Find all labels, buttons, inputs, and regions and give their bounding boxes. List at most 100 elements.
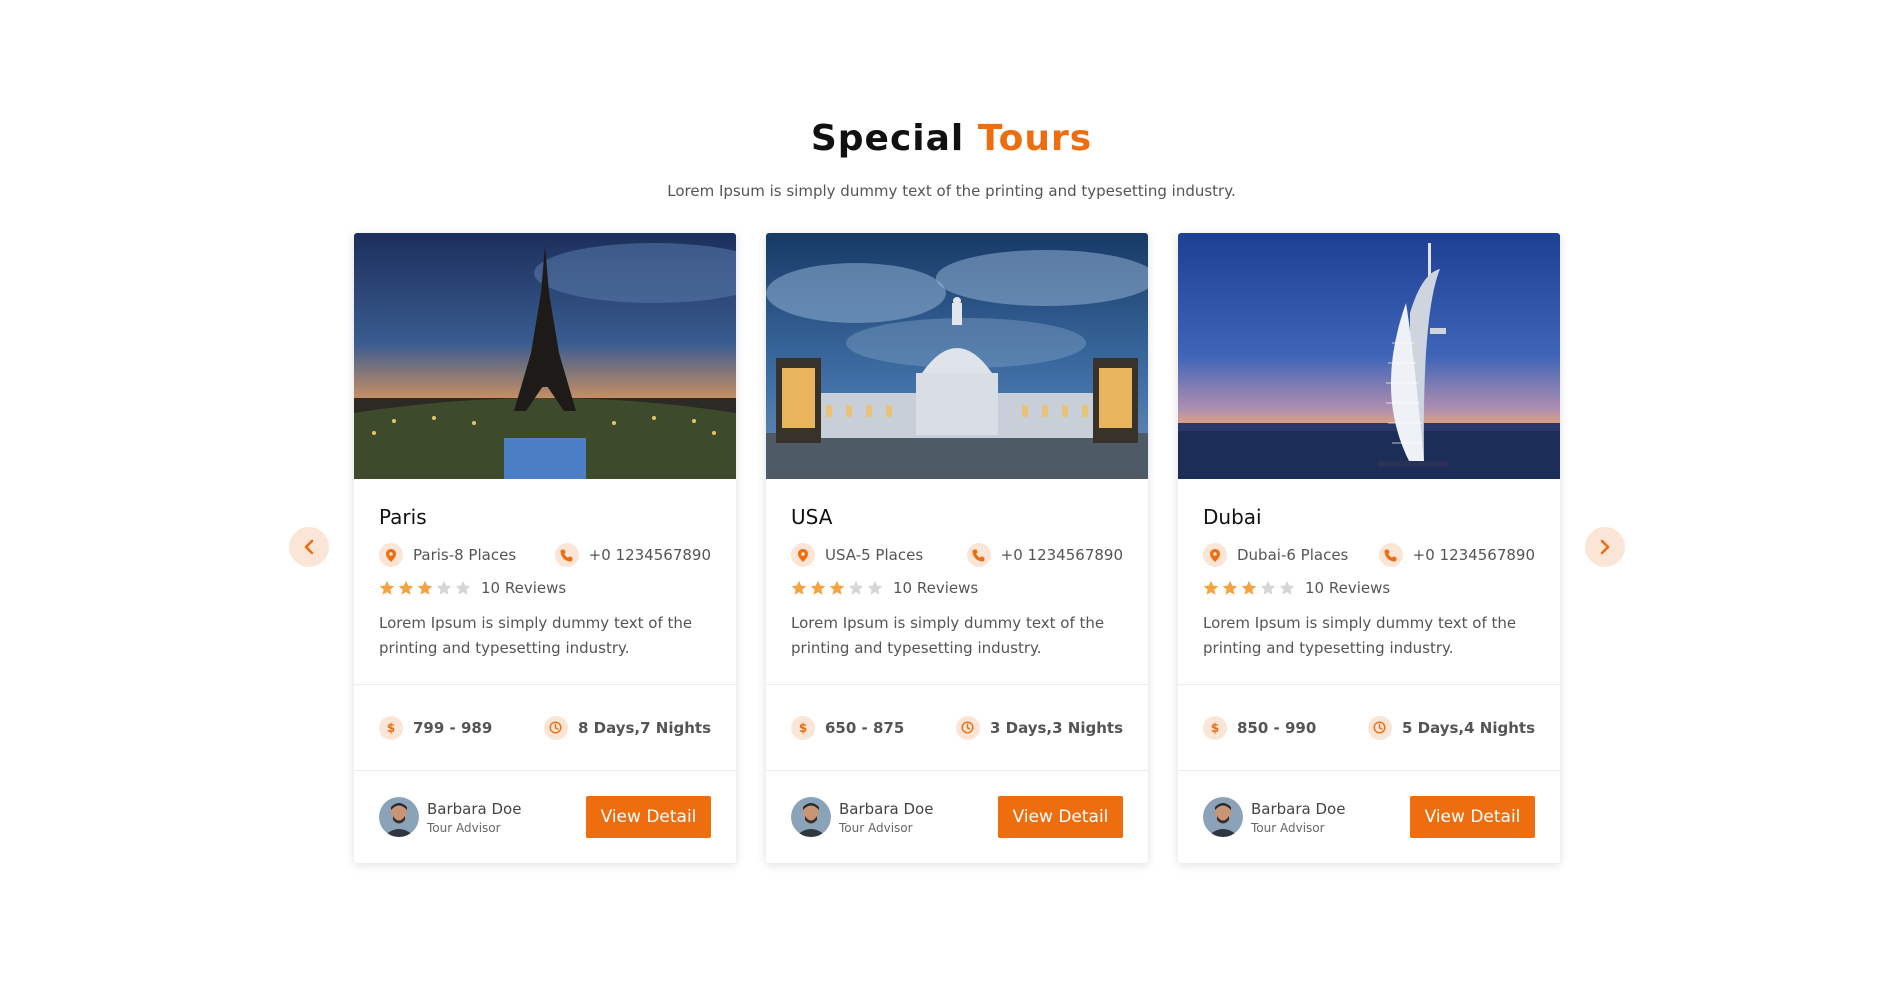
tour-places: Dubai-6 Places [1237,546,1349,564]
star-icon-filled [791,580,807,595]
tour-description: Lorem Ipsum is simply dummy text of the … [791,614,1105,657]
review-count[interactable]: 10 Reviews [1305,579,1390,597]
star-icon-empty [1260,580,1276,595]
tour-image-usa[interactable] [766,233,1148,479]
star-icon-empty [1279,580,1295,595]
star-icon-empty [436,580,452,595]
title-accent: Tours [977,118,1093,159]
phone-info[interactable]: +0 1234567890 [966,543,1123,567]
slider-prev-button[interactable] [289,527,329,567]
review-count[interactable]: 10 Reviews [893,579,978,597]
info-row: Dubai-6 Places +0 1234567890 [1203,543,1535,567]
avatar [791,797,831,837]
clock-icon [1367,715,1392,740]
tour-phone: +0 1234567890 [1000,546,1123,564]
duration-info: 8 Days,7 Nights [543,715,711,740]
phone-icon [554,543,579,567]
tour-places: USA-5 Places [825,546,924,564]
meta-row: $ 799 - 989 8 Days,7 Nights [354,685,736,771]
chevron-right-icon [1600,539,1610,555]
duration-info: 3 Days,3 Nights [955,715,1123,740]
advisor: Barbara Doe Tour Advisor [791,797,933,837]
avatar [1203,797,1243,837]
card-body: USA USA-5 Places +0 1234567890 10 Review… [766,479,1148,685]
star-icon-empty [455,580,471,595]
avatar [379,797,419,837]
slider-next-button[interactable] [1585,527,1625,567]
places-info: Dubai-6 Places [1203,543,1348,567]
tour-card-dubai: Dubai Dubai-6 Places +0 1234567890 10 Re… [1178,233,1560,863]
advisor: Barbara Doe Tour Advisor [1203,797,1345,837]
star-rating [791,580,883,596]
advisor: Barbara Doe Tour Advisor [379,797,521,837]
view-detail-button[interactable]: View Detail [1410,796,1535,838]
advisor-role: Tour Advisor [427,820,501,835]
info-row: USA-5 Places +0 1234567890 [791,543,1123,567]
view-detail-button[interactable]: View Detail [998,796,1123,838]
location-pin-icon [379,543,403,567]
tour-image-dubai[interactable] [1178,233,1560,479]
advisor-name: Barbara Doe [839,799,934,818]
tour-duration: 3 Days,3 Nights [989,718,1123,737]
star-rating [1203,580,1295,596]
rating-row: 10 Reviews [1203,579,1535,597]
advisor-role: Tour Advisor [1251,820,1325,835]
dollar-icon: $ [1203,715,1227,740]
svg-text:$: $ [387,721,395,734]
tour-price: 650 - 875 [825,718,905,737]
clock-icon [955,715,980,740]
tour-name: Dubai [1203,505,1262,529]
footer-row: Barbara Doe Tour Advisor View Detail [354,771,736,863]
star-icon-empty [848,580,864,595]
phone-icon [966,543,991,567]
location-pin-icon [1203,543,1227,567]
tour-phone: +0 1234567890 [1412,546,1535,564]
tour-price: 799 - 989 [413,718,493,737]
review-count[interactable]: 10 Reviews [481,579,566,597]
tour-duration: 5 Days,4 Nights [1401,718,1535,737]
card-body: Dubai Dubai-6 Places +0 1234567890 10 Re… [1178,479,1560,685]
duration-info: 5 Days,4 Nights [1367,715,1535,740]
title-main: Special [810,118,965,159]
location-pin-icon [791,543,815,567]
clock-icon [543,715,568,740]
tour-card-paris: Paris Paris-8 Places +0 1234567890 10 Re… [354,233,736,863]
view-detail-button[interactable]: View Detail [586,796,711,838]
star-icon-filled [1203,580,1219,595]
meta-row: $ 650 - 875 3 Days,3 Nights [766,685,1148,771]
footer-row: Barbara Doe Tour Advisor View Detail [766,771,1148,863]
chevron-left-icon [304,539,314,555]
price-info: $ 850 - 990 [1203,715,1316,740]
tour-name: Paris [379,505,427,529]
tour-places: Paris-8 Places [413,546,517,564]
tour-name: USA [791,505,833,529]
places-info: USA-5 Places [791,543,923,567]
star-icon-empty [867,580,883,595]
phone-icon [1378,543,1403,567]
section-subtitle: Lorem Ipsum is simply dummy text of the … [667,182,1236,200]
star-icon-filled [810,580,826,595]
phone-info[interactable]: +0 1234567890 [554,543,711,567]
star-icon-filled [1241,580,1257,595]
advisor-name: Barbara Doe [1251,799,1346,818]
places-info: Paris-8 Places [379,543,516,567]
star-icon-filled [379,580,395,595]
dollar-icon: $ [791,715,815,740]
tour-description: Lorem Ipsum is simply dummy text of the … [1203,614,1517,657]
tour-cards: Paris Paris-8 Places +0 1234567890 10 Re… [354,233,1560,863]
price-info: $ 650 - 875 [791,715,905,740]
rating-row: 10 Reviews [379,579,711,597]
advisor-name: Barbara Doe [427,799,522,818]
tour-image-paris[interactable] [354,233,736,479]
star-rating [379,580,471,596]
svg-text:$: $ [1211,721,1219,734]
phone-info[interactable]: +0 1234567890 [1378,543,1535,567]
footer-row: Barbara Doe Tour Advisor View Detail [1178,771,1560,863]
star-icon-filled [1222,580,1238,595]
star-icon-filled [829,580,845,595]
tour-description: Lorem Ipsum is simply dummy text of the … [379,614,693,657]
price-info: $ 799 - 989 [379,715,493,740]
dollar-icon: $ [379,715,403,740]
star-icon-filled [417,580,433,595]
tour-duration: 8 Days,7 Nights [577,718,711,737]
